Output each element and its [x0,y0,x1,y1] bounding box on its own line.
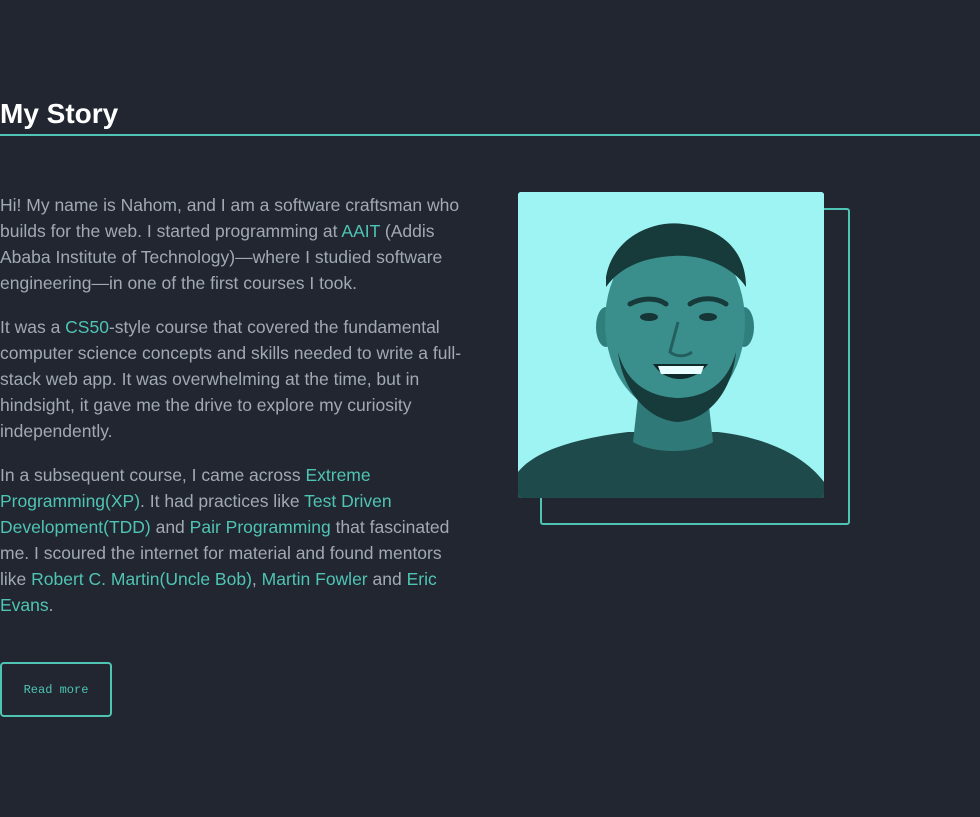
story-text-span: . It had practices like [140,491,305,511]
section-title: My Story [0,98,119,129]
aait-link[interactable]: AAIT [341,221,380,241]
story-paragraph-3: In a subsequent course, I came across Ex… [0,462,468,618]
story-text-span: . [48,595,54,615]
cs50-link[interactable]: CS50 [65,317,109,337]
story-text-span: , [251,569,262,589]
story-text: Hi! My name is Nahom, and I am a softwar… [0,192,468,636]
martin-fowler-link[interactable]: Martin Fowler [262,569,368,589]
uncle-bob-link[interactable]: Robert C. Martin(Uncle Bob) [31,569,252,589]
story-text-span: and [367,569,407,589]
story-text-span: It was a [0,317,66,337]
title-divider [0,134,980,136]
portrait-illustration [518,192,824,498]
story-paragraph-1: Hi! My name is Nahom, and I am a softwar… [0,192,468,296]
story-paragraph-2: It was a CS50-style course that covered … [0,314,468,444]
read-more-button[interactable]: Read more [0,662,112,717]
story-text-span: and [150,517,190,537]
story-text-span: In a subsequent course, I came across [0,465,306,485]
portrait-photo [518,192,824,498]
pair-programming-link[interactable]: Pair Programming [190,517,331,537]
